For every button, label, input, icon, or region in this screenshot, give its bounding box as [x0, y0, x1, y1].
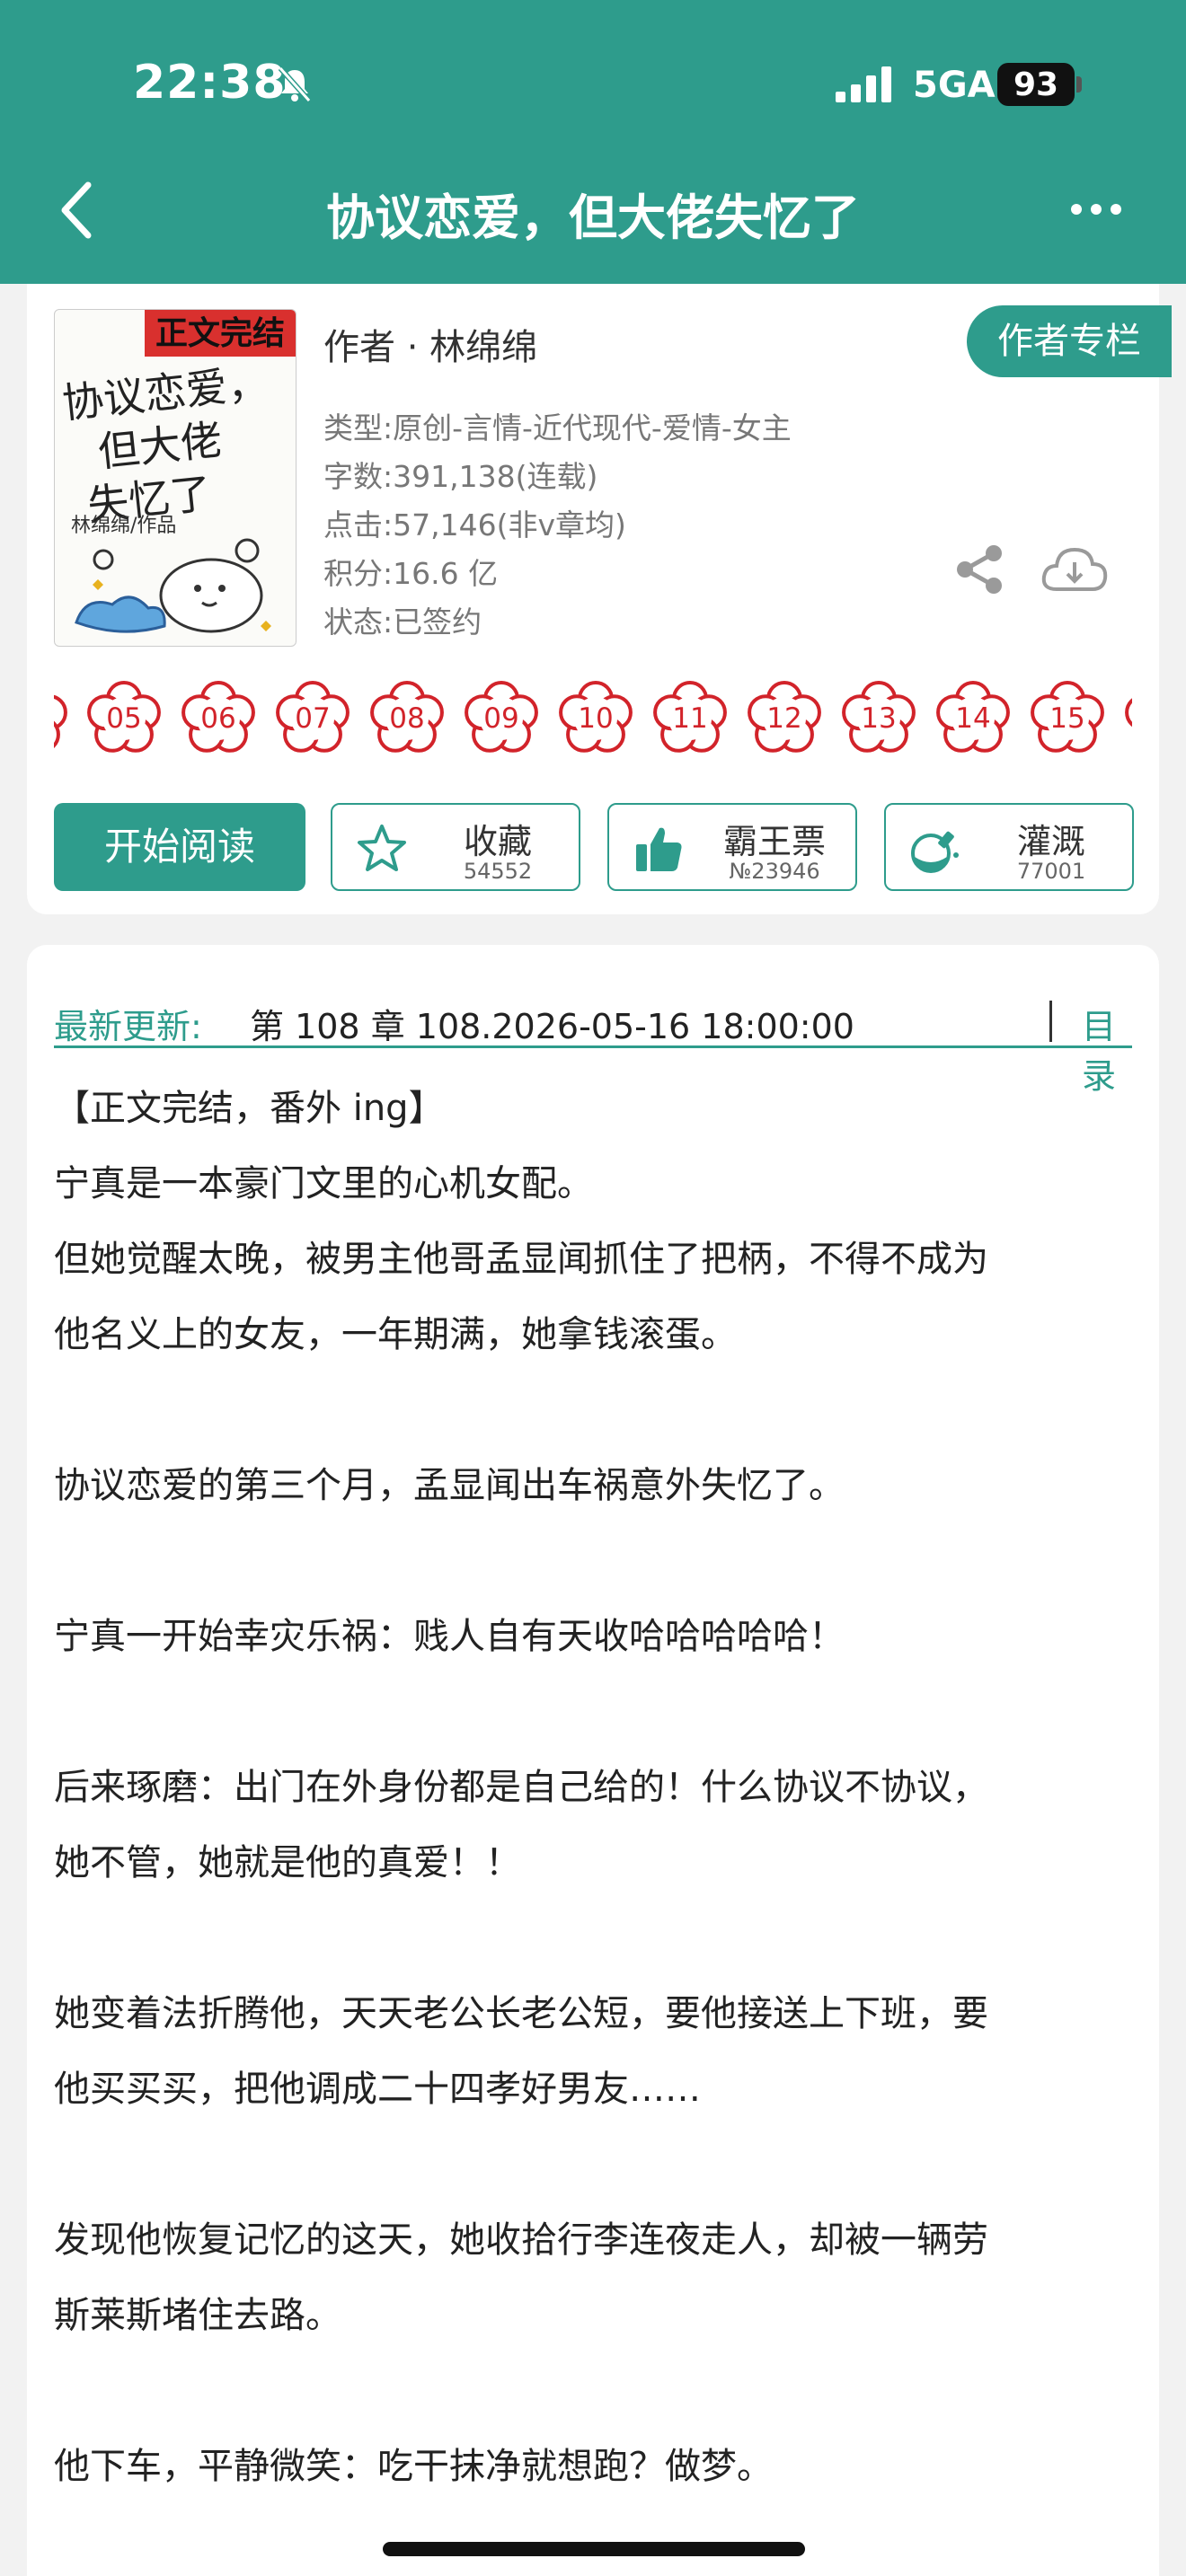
thumbs-up-icon	[636, 827, 682, 871]
fan-badge-flower[interactable]: 10	[556, 677, 635, 756]
nutrient-count: 77001	[1016, 859, 1086, 884]
fan-badge-number: 13	[861, 702, 897, 735]
synopsis-line: 他买买买，把他调成二十四孝好男友……	[54, 2069, 701, 2110]
cloud-download-icon[interactable]	[1040, 544, 1109, 595]
star-icon	[358, 825, 406, 871]
fan-badge-flower[interactable]: 09	[462, 677, 541, 756]
fan-badge-number: 11	[672, 702, 708, 735]
synopsis-card: 最新更新: 第 108 章 108.2026-05-16 18:00:00 目录…	[27, 945, 1159, 2576]
ticket-label: 霸王票	[722, 822, 826, 861]
synopsis-line: 后来琢磨：出门在外身份都是自己给的！什么协议不协议，	[54, 1767, 988, 1808]
meta-status: 状态:已签约	[323, 604, 482, 640]
app-header: 22:38 5GA 93 协议恋爱，但大佬失忆了	[0, 0, 1186, 284]
fan-badge-flower[interactable]: 05	[84, 677, 164, 756]
carrier-label: 5GA	[913, 65, 996, 106]
ellipsis-icon[interactable]	[1069, 196, 1123, 223]
share-icon[interactable]	[952, 543, 1006, 596]
favorite-button[interactable]: 收藏 54552	[331, 803, 580, 891]
nutrient-bottle-icon	[911, 831, 959, 873]
fan-badge-number: 15	[1049, 702, 1085, 735]
meta-word-count: 字数:391,138(连载)	[323, 459, 598, 494]
meta-points: 积分:16.6 亿	[323, 556, 499, 591]
page-title: 协议恋爱，但大佬失忆了	[326, 190, 860, 246]
book-info-card: 正文完结 协议恋爱， 但大佬 失忆了 林绵绵/作品 作者 · 林绵绵 作者专栏 …	[27, 284, 1172, 914]
fan-badge-number: 07	[295, 702, 331, 735]
bell-muted-icon	[278, 66, 312, 102]
fan-badge-flower[interactable]: 14	[934, 677, 1013, 756]
fan-badge-flower[interactable]: 07	[273, 677, 352, 756]
flower-icon	[54, 694, 67, 748]
book-cover[interactable]: 正文完结 协议恋爱， 但大佬 失忆了 林绵绵/作品	[54, 309, 296, 647]
divider	[54, 1045, 1132, 1048]
synopsis-line: 斯莱斯堵住去路。	[54, 2295, 341, 2336]
synopsis-line: 宁真是一本豪门文里的心机女配。	[54, 1163, 593, 1204]
fan-badge-flower[interactable]: 12	[745, 677, 824, 756]
flower-icon	[1125, 698, 1132, 728]
fan-badge-flower[interactable]	[1122, 677, 1132, 756]
fan-badge-flower[interactable]	[54, 677, 70, 756]
author-name[interactable]: 作者 · 林绵绵	[323, 318, 537, 370]
nutrient-label: 灌溉	[1016, 822, 1085, 861]
synopsis-line: 她变着法折腾他，天天老公长老公短，要他接送上下班，要	[54, 1993, 988, 2034]
synopsis-line: 但她觉醒太晚，被男主他哥孟显闻抓住了把柄，不得不成为	[54, 1239, 988, 1280]
cover-title: 协议恋爱， 但大佬 失忆了	[60, 354, 296, 533]
cover-illustration-icon	[75, 538, 271, 633]
latest-update-row[interactable]: 最新更新: 第 108 章 108.2026-05-16 18:00:00 目录	[54, 974, 1132, 1096]
latest-update-label: 最新更新:	[54, 1007, 202, 1046]
synopsis-line: 【正文完结，番外 ing】	[54, 1088, 445, 1129]
fan-badge-number: 12	[766, 702, 802, 735]
meta-clicks: 点击:57,146(非v章均)	[323, 507, 626, 543]
author-column-button[interactable]: 作者专栏	[967, 305, 1172, 377]
signal-icon	[836, 66, 891, 102]
nutrient-button[interactable]: 灌溉 77001	[884, 803, 1134, 891]
synopsis-line: 他下车，平静微笑：吃干抹净就想跑？做梦。	[54, 2446, 773, 2487]
fan-badge-number: 06	[200, 702, 236, 735]
meta-type: 类型:原创-言情-近代现代-爱情-女主	[323, 410, 792, 446]
home-indicator	[383, 2542, 805, 2556]
fan-badge-number: 09	[483, 702, 519, 735]
latest-update-text[interactable]: 第 108 章 108.2026-05-16 18:00:00	[250, 999, 854, 1048]
synopsis-line: 她不管，她就是他的真爱！！	[54, 1842, 521, 1883]
fan-badge-flower[interactable]: 08	[367, 677, 447, 756]
fan-badge-flower[interactable]: 06	[179, 677, 258, 756]
fan-badge-flower[interactable]: 11	[651, 677, 730, 756]
synopsis-text: 【正文完结，番外 ing】 宁真是一本豪门文里的心机女配。 但她觉醒太晚，被男主…	[54, 1071, 1141, 2504]
favorite-count: 54552	[463, 859, 533, 884]
fan-badge-number: 05	[106, 702, 142, 735]
fan-badge-number: 08	[389, 702, 425, 735]
favorite-label: 收藏	[463, 822, 532, 861]
battery-nub	[1076, 76, 1082, 93]
fan-badge-flower[interactable]: 15	[1028, 677, 1107, 756]
synopsis-line: 宁真一开始幸灾乐祸：贱人自有天收哈哈哈哈哈！	[54, 1616, 845, 1657]
fan-badge-number: 10	[578, 702, 614, 735]
start-reading-button[interactable]: 开始阅读	[54, 803, 305, 891]
cover-badge: 正文完结	[145, 310, 296, 357]
synopsis-line: 他名义上的女友，一年期满，她拿钱滚蛋。	[54, 1314, 737, 1355]
battery-indicator: 93	[997, 63, 1075, 106]
divider	[1049, 1001, 1052, 1042]
synopsis-line: 发现他恢复记忆的这天，她收拾行李连夜走人，却被一辆劳	[54, 2219, 988, 2261]
fan-badge-number: 14	[955, 702, 991, 735]
ticket-count: №23946	[729, 859, 820, 884]
fan-badge-flower[interactable]: 13	[839, 677, 918, 756]
fan-badge-row[interactable]: 05 06 07 08 09 10 11 12 13 14 15	[54, 675, 1132, 756]
synopsis-line: 协议恋爱的第三个月，孟显闻出车祸意外失忆了。	[54, 1465, 845, 1506]
ticket-button[interactable]: 霸王票 №23946	[607, 803, 857, 891]
status-time: 22:38	[133, 56, 287, 110]
